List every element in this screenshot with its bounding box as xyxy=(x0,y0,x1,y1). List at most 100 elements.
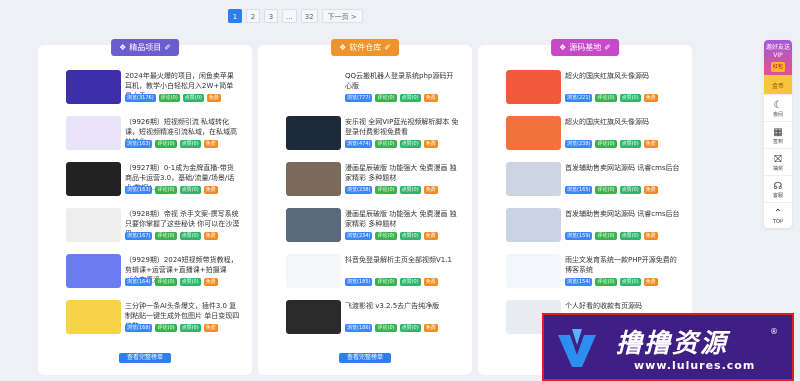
likes-badge: 点赞(0) xyxy=(399,186,421,194)
views-badge-count: 168 xyxy=(138,325,149,331)
item-title[interactable]: 漫画星辰破版 功能强大 免费漫画 独家精彩 多种题材 xyxy=(345,209,460,229)
page-3[interactable]: 3 xyxy=(264,9,278,23)
item-thumbnail[interactable] xyxy=(286,162,341,196)
likes-badge: 点赞(0) xyxy=(399,232,421,240)
item-thumbnail[interactable] xyxy=(66,116,121,150)
item-thumbnail[interactable] xyxy=(506,70,561,104)
sidebar-button-label: 夜间 xyxy=(772,112,783,118)
paren: ) xyxy=(588,141,591,147)
paren: ) xyxy=(199,95,202,101)
free-badge-label: 免费 xyxy=(205,325,216,331)
sidebar-button-headset[interactable]: ☊ 客服 xyxy=(764,175,792,202)
paren: ) xyxy=(588,95,591,101)
item-thumbnail[interactable] xyxy=(66,70,121,104)
likes-badge: 点赞(0) xyxy=(399,140,421,148)
comments-badge: 评论(0) xyxy=(595,186,617,194)
page-32[interactable]: 32 xyxy=(300,9,318,23)
comments-badge: 评论(0) xyxy=(155,140,177,148)
item-thumbnail[interactable] xyxy=(506,116,561,150)
gift-icon: ⛝ xyxy=(774,154,782,165)
column-title[interactable]: ❖ 软件仓库 ✐ xyxy=(331,39,399,56)
list-item[interactable]: 飞渡影视 v3.2.5去广告纯净版 浏览(186) 评论(0) 点赞(0) 免费 xyxy=(286,300,462,346)
free-badge-label: 免费 xyxy=(645,141,656,147)
list-item[interactable]: （9926期）短视频引流 私域转化课，短视频精准引流私域，在私域高效转化...浏… xyxy=(66,116,242,162)
comments-badge-label: 评论 xyxy=(597,279,608,285)
view-full-list-button[interactable]: 查看完整榜单 xyxy=(338,353,392,363)
list-item[interactable]: 抖音免登录解析主页全部视频V1.1 浏览(185) 评论(0) 点赞(0) 免费 xyxy=(286,254,462,300)
sidebar-button-moon[interactable]: ☾ 夜间 xyxy=(764,94,792,121)
item-thumbnail[interactable] xyxy=(66,208,121,242)
list-item[interactable]: 超火的国庆红旗风头像源码 浏览(238) 评论(0) 点赞(0) 免费 xyxy=(506,116,682,162)
list-item[interactable]: （9929期）2024短视频带货教程，剪辑课+运营课+直播课+拍摄课（全套原滴.… xyxy=(66,254,242,300)
list-item[interactable]: 漫画星辰破版 功能强大 免费漫画 独家精彩 多种题材 浏览(238) 评论(0) 点赞… xyxy=(286,162,462,208)
next-page-button[interactable]: 下一页 > xyxy=(321,9,363,23)
item-thumbnail[interactable] xyxy=(66,300,121,334)
list-item[interactable]: 首发辅助售卖网站源码 讯睿cms后台 浏览(159) 评论(0) 点赞(0) 免费 xyxy=(506,208,682,254)
item-thumbnail[interactable] xyxy=(286,300,341,334)
list-item[interactable]: 首发辅助售卖网站源码 讯睿cms后台 浏览(165) 评论(0) 点赞(0) 免费 xyxy=(506,162,682,208)
list-item[interactable]: 三分钟一条AI头条爆文，插件3.0 复制粘贴一键生成外包图片 单日变现四位数浏览… xyxy=(66,300,242,346)
item-title[interactable]: 抖音免登录解析主页全部视频V1.1 xyxy=(345,255,460,265)
item-thumbnail[interactable] xyxy=(286,70,341,104)
item-title[interactable]: 超火的国庆红旗风头像源码 xyxy=(565,117,680,127)
list-item[interactable]: （9928期）帝视 杀手文案-撰写系统 只要你掌握了这些秘诀 你可以在沙漠里..… xyxy=(66,208,242,254)
item-title[interactable]: 飞渡影视 v3.2.5去广告纯净版 xyxy=(345,301,460,311)
invite-vip-label: 邀好友送VIP xyxy=(765,44,790,59)
paren: ) xyxy=(368,233,371,239)
likes-badge: 点赞(0) xyxy=(179,140,201,148)
item-title[interactable]: 个人好看的收款有页源码 xyxy=(565,301,680,311)
item-thumbnail[interactable] xyxy=(286,208,341,242)
item-thumbnail[interactable] xyxy=(66,254,121,288)
item-thumbnail[interactable] xyxy=(506,208,561,242)
views-badge-label: 浏览 xyxy=(127,279,138,285)
item-thumbnail[interactable] xyxy=(286,116,341,150)
list-item[interactable]: 雨尘文发育系统一款PHP开源免费的博客系统 浏览(154) 评论(0) 点赞(0) 免费 xyxy=(506,254,682,300)
views-badge-label: 浏览 xyxy=(347,141,358,147)
likes-badge: 点赞(0) xyxy=(619,278,641,286)
item-thumbnail[interactable] xyxy=(506,254,561,288)
pen-icon: ✐ xyxy=(384,43,391,52)
paren: ) xyxy=(172,325,175,331)
views-badge: 浏览(165) xyxy=(565,186,593,194)
item-stats: 浏览(164) 评论(0) 点赞(0) 免费 xyxy=(125,278,218,286)
comments-badge: 评论(0) xyxy=(155,232,177,240)
item-thumbnail[interactable] xyxy=(66,162,121,196)
page-1[interactable]: 1 xyxy=(228,9,242,23)
list-item[interactable]: QQ云搬机器人登录系统php源码开心版 浏览(777) 评论(0) 点赞(0) 免费 xyxy=(286,70,462,116)
column-title[interactable]: ❖ 精品项目 ✐ xyxy=(111,39,179,56)
coin-button[interactable]: 金币 xyxy=(764,75,792,94)
free-badge: 免费 xyxy=(643,278,658,286)
free-badge-label: 免费 xyxy=(645,233,656,239)
likes-badge-label: 点赞 xyxy=(621,233,632,239)
views-badge: 浏览(221) xyxy=(565,94,593,102)
views-badge-count: 234 xyxy=(358,233,369,239)
item-stats: 浏览(163) 评论(0) 点赞(0) 免费 xyxy=(125,140,218,148)
sidebar-button-gift[interactable]: ⛝ 抽奖 xyxy=(764,148,792,175)
free-badge: 免费 xyxy=(423,232,438,240)
item-title[interactable]: 雨尘文发育系统一款PHP开源免费的博客系统 xyxy=(565,255,680,275)
views-badge-label: 浏览 xyxy=(567,279,578,285)
view-full-list-button[interactable]: 查看完整榜单 xyxy=(118,353,172,363)
list-item[interactable]: （9927期）0-1成为金牌直播-带货商品卡运营3.0，基础/流量/场景/话术/… xyxy=(66,162,242,208)
list-item[interactable]: 超火的国庆红旗风头像源码 浏览(221) 评论(0) 点赞(0) 免费 xyxy=(506,70,682,116)
paren: ) xyxy=(368,325,371,331)
item-title[interactable]: 安乐视 全网VIP蓝光视频解析脚本 免登录付费影视免费看 xyxy=(345,117,460,137)
list-item[interactable]: 2024年最火爆的项目，闲鱼卖苹果耳机，教学小白轻松月入2W+简单易上手浏览(3… xyxy=(66,70,242,116)
item-stats: 浏览(165) 评论(0) 点赞(0) 免费 xyxy=(565,186,658,194)
item-title[interactable]: 超火的国庆红旗风头像源码 xyxy=(565,71,680,81)
item-thumbnail[interactable] xyxy=(286,254,341,288)
item-title[interactable]: QQ云搬机器人登录系统php源码开心版 xyxy=(345,71,460,91)
item-title[interactable]: 首发辅助售卖网站源码 讯睿cms后台 xyxy=(565,163,680,173)
item-title[interactable]: 首发辅助售卖网站源码 讯睿cms后台 xyxy=(565,209,680,219)
views-badge-count: 238 xyxy=(358,187,369,193)
sidebar-button-arrow-up[interactable]: ⌃ TOP xyxy=(764,202,792,228)
list-item[interactable]: 安乐视 全网VIP蓝光视频解析脚本 免登录付费影视免费看 浏览(474) 评论(0)… xyxy=(286,116,462,162)
item-thumbnail[interactable] xyxy=(506,162,561,196)
likes-badge: 点赞(0) xyxy=(399,94,421,102)
page-2[interactable]: 2 xyxy=(246,9,260,23)
invite-vip-button[interactable]: 邀好友送VIP 红包 xyxy=(764,40,792,75)
item-title[interactable]: 漫画星辰破版 功能强大 免费漫画 独家精彩 多种题材 xyxy=(345,163,460,183)
list-item[interactable]: 漫画星辰破版 功能强大 免费漫画 独家精彩 多种题材 浏览(234) 评论(0) 点赞… xyxy=(286,208,462,254)
sidebar-button-calendar[interactable]: ▦ 签到 xyxy=(764,121,792,148)
column-title[interactable]: ❖ 源码基地 ✐ xyxy=(551,39,619,56)
